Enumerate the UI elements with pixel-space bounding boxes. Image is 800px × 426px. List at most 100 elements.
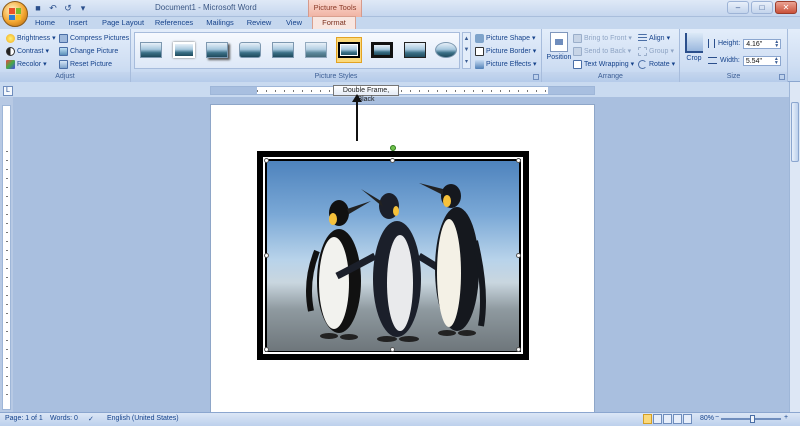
gallery-down-icon[interactable]: ▼: [464, 47, 470, 53]
vertical-ruler[interactable]: [2, 105, 11, 410]
crop-button[interactable]: Crop: [683, 33, 705, 62]
compress-icon: [59, 34, 68, 43]
picture-style-soft-edge-rect[interactable]: [303, 37, 329, 63]
height-input[interactable]: 4.16" ▲ ▼: [743, 38, 782, 49]
tab-view[interactable]: View: [282, 17, 306, 29]
rotate-button[interactable]: Rotate ▾: [638, 59, 675, 70]
resize-handle-bottom-right[interactable]: [516, 347, 521, 352]
word-count[interactable]: Words: 0: [50, 415, 78, 422]
group-button[interactable]: Group ▾: [638, 46, 674, 57]
text-wrapping-icon: [573, 60, 582, 69]
bring-to-front-label: Bring to Front: [584, 35, 627, 42]
picture-border-button[interactable]: Picture Border ▾: [475, 46, 536, 57]
tab-format[interactable]: Format: [312, 16, 356, 29]
rotate-handle-icon[interactable]: [390, 145, 396, 151]
scrollbar-thumb[interactable]: [791, 102, 799, 162]
group-adjust: Brightness ▾ Contrast ▾ Recolor ▾ Compress …: [0, 29, 131, 82]
position-button[interactable]: Position: [544, 32, 574, 61]
tab-review[interactable]: Review: [245, 17, 273, 29]
send-to-back-button[interactable]: Send to Back ▾: [573, 46, 631, 57]
gallery-scroll[interactable]: ▲ ▼ ▾: [462, 32, 471, 69]
picture-shape-button[interactable]: Picture Shape ▾: [475, 33, 536, 44]
tab-home[interactable]: Home: [31, 17, 59, 29]
zoom-in-icon[interactable]: +: [784, 414, 788, 421]
tab-page-layout[interactable]: Page Layout: [100, 17, 146, 29]
size-launcher-icon[interactable]: [779, 74, 785, 80]
group-label-size: Size: [680, 72, 787, 82]
ruler-ticks: [257, 90, 548, 92]
change-picture-button[interactable]: Change Picture: [59, 46, 118, 57]
width-icon: [708, 57, 717, 64]
maximize-button[interactable]: □: [751, 1, 773, 14]
picture-style-drop-shadow[interactable]: [204, 37, 230, 63]
width-control: Width: 5.54" ▲ ▼: [708, 55, 781, 66]
language-indicator[interactable]: English (United States): [107, 415, 179, 422]
bring-to-front-button[interactable]: Bring to Front ▾: [573, 33, 632, 44]
picture-style-double-frame-black[interactable]: [336, 37, 362, 63]
resize-handle-right[interactable]: [516, 253, 521, 258]
penguins-picture[interactable]: [267, 161, 519, 351]
resize-handle-top[interactable]: [390, 158, 395, 163]
zoom-out-icon[interactable]: −: [715, 414, 719, 421]
resize-handle-bottom[interactable]: [390, 347, 395, 352]
outline-view-icon[interactable]: [673, 414, 682, 424]
office-button[interactable]: [2, 1, 28, 27]
contrast-label: Contrast: [17, 48, 44, 55]
picture-style-simple-frame[interactable]: [138, 37, 164, 63]
resize-handle-left[interactable]: [264, 253, 269, 258]
tab-selector-icon[interactable]: L: [3, 86, 13, 96]
close-button[interactable]: ✕: [775, 1, 797, 14]
picture-style-rounded[interactable]: [237, 37, 263, 63]
text-wrapping-button[interactable]: Text Wrapping ▾: [573, 59, 634, 70]
picture-style-reflected[interactable]: [270, 37, 296, 63]
gallery-more-icon[interactable]: ▾: [465, 58, 468, 65]
vertical-scrollbar[interactable]: [789, 82, 800, 412]
zoom-level[interactable]: 80%: [700, 415, 714, 422]
brightness-label: Brightness: [17, 35, 51, 42]
tab-insert[interactable]: Insert: [64, 17, 92, 29]
height-label: Height:: [718, 40, 741, 47]
redo-icon[interactable]: ↺: [62, 2, 74, 14]
gallery-up-icon[interactable]: ▲: [464, 36, 470, 42]
minimize-button[interactable]: –: [727, 1, 749, 14]
zoom-slider-knob[interactable]: [750, 415, 755, 423]
print-layout-view-icon[interactable]: [643, 414, 652, 424]
compress-pictures-button[interactable]: Compress Pictures: [59, 33, 129, 44]
save-icon[interactable]: ■: [32, 2, 44, 14]
brightness-button[interactable]: Brightness ▾: [6, 33, 56, 44]
picture-effects-button[interactable]: Picture Effects ▾: [475, 59, 537, 70]
proofing-icon[interactable]: ✓: [88, 415, 94, 423]
picture-shape-icon: [475, 34, 484, 43]
office-logo-icon: [9, 8, 21, 20]
contrast-button[interactable]: Contrast ▾: [6, 46, 49, 57]
picture-style-simple-black[interactable]: [402, 37, 428, 63]
group-label-picture-styles: Picture Styles: [131, 72, 541, 82]
width-input[interactable]: 5.54" ▲ ▼: [742, 55, 781, 66]
picture-style-soft-edge[interactable]: [171, 37, 197, 63]
qat-dropdown-icon[interactable]: ▾: [77, 2, 89, 14]
resize-handle-top-right[interactable]: [516, 158, 521, 163]
tab-mailings[interactable]: Mailings: [203, 17, 237, 29]
draft-view-icon[interactable]: [683, 414, 692, 424]
send-to-back-label: Send to Back: [584, 48, 626, 55]
picture-styles-launcher-icon[interactable]: [533, 74, 539, 80]
resize-handle-bottom-left[interactable]: [264, 347, 269, 352]
reset-picture-icon: [59, 60, 68, 69]
picture-style-oval[interactable]: [433, 37, 459, 63]
page-count[interactable]: Page: 1 of 1: [5, 415, 43, 422]
width-spinner-icon[interactable]: ▲ ▼: [774, 56, 779, 66]
contrast-icon: [6, 47, 15, 56]
reset-picture-button[interactable]: Reset Picture: [59, 59, 112, 70]
recolor-button[interactable]: Recolor ▾: [6, 59, 47, 70]
full-screen-reading-view-icon[interactable]: [653, 414, 662, 424]
web-layout-view-icon[interactable]: [663, 414, 672, 424]
tab-references[interactable]: References: [154, 17, 194, 29]
height-spinner-icon[interactable]: ▲ ▼: [774, 39, 779, 49]
resize-handle-top-left[interactable]: [264, 158, 269, 163]
picture-style-thick-matte-black[interactable]: [369, 37, 395, 63]
view-buttons: [643, 414, 692, 424]
align-button[interactable]: Align ▾: [638, 33, 670, 44]
horizontal-ruler[interactable]: [210, 86, 595, 95]
undo-icon[interactable]: ↶: [47, 2, 59, 14]
picture-shape-label: Picture Shape: [486, 35, 530, 42]
